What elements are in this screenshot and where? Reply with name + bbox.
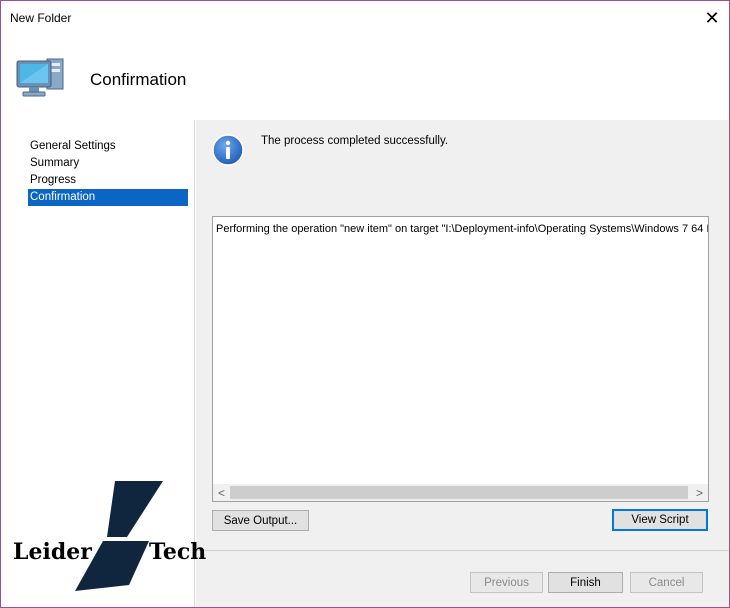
dialog-window: New Folder ✕ Confirmation General Settin… xyxy=(0,0,730,608)
wizard-header: Confirmation xyxy=(1,35,729,120)
step-confirmation[interactable]: Confirmation xyxy=(28,189,188,206)
wizard-footer: Previous Finish Cancel xyxy=(196,550,729,607)
watermark-left-word: Leider xyxy=(13,539,92,565)
status-message: The process completed successfully. xyxy=(261,135,449,147)
step-progress[interactable]: Progress xyxy=(28,172,188,189)
close-icon[interactable]: ✕ xyxy=(695,1,729,35)
page-title: Confirmation xyxy=(90,70,187,89)
leidertech-watermark-logo: Leider Tech xyxy=(13,481,206,591)
computer-icon xyxy=(16,58,64,97)
window-title: New Folder xyxy=(10,11,72,25)
scroll-right-icon[interactable]: > xyxy=(691,484,708,501)
output-textbox[interactable]: Performing the operation "new item" on t… xyxy=(212,216,709,502)
horizontal-scrollbar[interactable]: < > xyxy=(213,484,708,501)
finish-button[interactable]: Finish xyxy=(548,572,623,593)
previous-button[interactable]: Previous xyxy=(470,572,543,593)
info-icon xyxy=(212,134,244,166)
save-output-button[interactable]: Save Output... xyxy=(212,510,309,531)
title-bar: New Folder ✕ xyxy=(1,1,729,35)
output-line: Performing the operation "new item" on t… xyxy=(216,223,709,235)
step-summary[interactable]: Summary xyxy=(28,155,188,172)
watermark-right-word: Tech xyxy=(149,539,206,565)
content-panel: The process completed successfully. Perf… xyxy=(196,120,729,550)
scrollbar-thumb[interactable] xyxy=(230,486,688,499)
step-general-settings[interactable]: General Settings xyxy=(28,138,188,155)
cancel-button[interactable]: Cancel xyxy=(630,572,703,593)
view-script-button[interactable]: View Script xyxy=(612,509,708,531)
